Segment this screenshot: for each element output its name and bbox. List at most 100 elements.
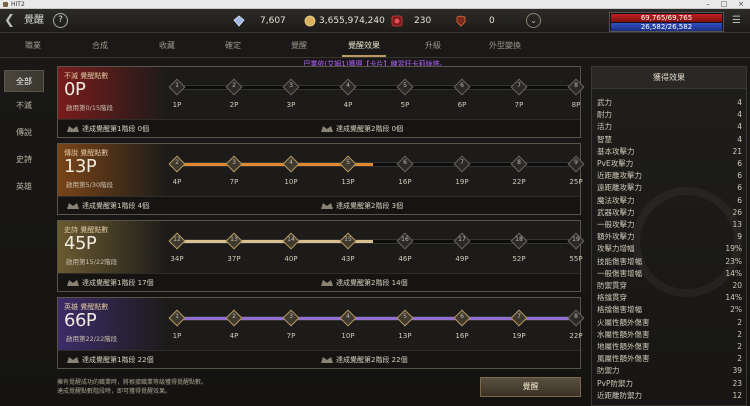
stage-node[interactable]: 7	[510, 309, 528, 327]
effect-value: 12	[732, 390, 742, 400]
card-points: 13P	[64, 156, 97, 177]
achievement-text: 達成覺醒第2階段 3個	[336, 202, 404, 210]
stage-node[interactable]: 7	[453, 155, 471, 173]
tab-awaken-effect[interactable]: 覺醒效果	[338, 34, 390, 58]
stage-node[interactable]: 17	[453, 232, 471, 250]
stage-points-label: 43P	[341, 255, 355, 263]
window-titlebar: HIT2 – □ ×	[0, 0, 750, 9]
effect-row: 技能傷害增幅 23%	[597, 256, 742, 267]
stage-points-label: 4P	[172, 178, 182, 186]
stage-node[interactable]: 2	[225, 309, 243, 327]
card-achievements: 達成覺醒第1階段 0個 達成覺醒第2階段 0個	[58, 119, 580, 137]
awaken-button[interactable]: 覺醒	[480, 377, 581, 397]
effect-value: 26	[732, 207, 742, 217]
card-stage: 啟用第5/30階段	[66, 181, 114, 189]
stage-number: 2	[232, 313, 236, 320]
back-arrow-icon[interactable]: ❮	[4, 14, 20, 28]
stage-node[interactable]: 6	[453, 78, 471, 96]
effect-name: PvP防禦力	[597, 378, 633, 388]
tab-compose[interactable]: 合成	[77, 34, 123, 58]
stage-node[interactable]: 5	[396, 78, 414, 96]
stage-points-label: 4P	[343, 101, 353, 109]
stage-node[interactable]: 8	[567, 309, 585, 327]
stage-node[interactable]: 2	[225, 78, 243, 96]
stage-node[interactable]: 3	[225, 155, 243, 173]
stage-node[interactable]: 8	[510, 155, 528, 173]
sidebar: 全部 不滅 傳說 史詩 英雄	[0, 66, 46, 406]
effect-value: 14%	[725, 268, 742, 278]
tab-collection[interactable]: 收藏	[144, 34, 190, 58]
sidebar-item-all[interactable]: 全部	[4, 70, 44, 92]
currency-diamond: 7,607	[233, 14, 293, 28]
stage-number: 13	[230, 236, 238, 243]
stage-node[interactable]: 4	[339, 78, 357, 96]
stage-node[interactable]: 6	[396, 155, 414, 173]
tab-appearance-change[interactable]: 外型變換	[477, 34, 533, 58]
page-title: 覺醒	[24, 15, 44, 26]
stage-number: 4	[346, 313, 350, 320]
stage-node[interactable]: 2	[168, 155, 186, 173]
stage-node[interactable]: 1	[168, 78, 186, 96]
currency-value: 7,607	[260, 16, 286, 26]
stage-node[interactable]: 5	[339, 155, 357, 173]
stage-node[interactable]: 9	[567, 155, 585, 173]
stage-number: 3	[289, 313, 293, 320]
effect-row: 遠距離攻擊力 6	[597, 182, 742, 193]
stage-node[interactable]: 14	[282, 232, 300, 250]
stage-node[interactable]: 3	[282, 309, 300, 327]
sidebar-item-hero[interactable]: 英雄	[4, 176, 44, 198]
stage-points-label: 4P	[229, 332, 239, 340]
expand-chevron-icon[interactable]: ⌄	[526, 13, 541, 28]
menu-icon[interactable]: ☰	[732, 15, 744, 27]
stage-node[interactable]: 19	[567, 232, 585, 250]
stage-node[interactable]: 12	[168, 232, 186, 250]
awaken-card: 史詩 覺醒點數 45P 啟用第15/22階段 12 34P 13 37P 14 40P 15 43P…	[57, 220, 585, 292]
effect-row: 耐力 4	[597, 109, 742, 120]
stage-node[interactable]: 5	[396, 309, 414, 327]
stage-points-label: 46P	[398, 255, 412, 263]
effect-value: 2%	[730, 305, 742, 315]
effect-value: 4	[737, 122, 742, 132]
crown-icon	[321, 126, 333, 132]
tab-confirm[interactable]: 確定	[210, 34, 256, 58]
maximize-button[interactable]: □	[716, 0, 732, 9]
help-button[interactable]: ?	[53, 13, 68, 28]
stage-node[interactable]: 18	[510, 232, 528, 250]
stage-node[interactable]: 3	[282, 78, 300, 96]
effect-value: 4	[737, 98, 742, 107]
stage-node[interactable]: 1	[168, 309, 186, 327]
stage-number: 7	[517, 313, 521, 320]
stage-track: 1 1P 2 4P 3 7P 4 10P 5 13P 6 16P 7 19P 8 22P	[168, 306, 585, 346]
tab-class[interactable]: 職業	[10, 34, 56, 58]
awaken-card: 英雄 覺醒點數 66P 啟用第22/22階段 1 1P 2 4P 3 7P 4 10P 5 13P 6 16…	[57, 297, 585, 369]
effect-name: 地屬性額外傷害	[597, 342, 650, 351]
close-button[interactable]: ×	[733, 0, 749, 9]
effect-row: 武器攻擊力 26	[597, 207, 742, 218]
stage-node[interactable]: 13	[225, 232, 243, 250]
stage-number: 19	[572, 236, 580, 243]
stage-node[interactable]: 8	[567, 78, 585, 96]
minimize-button[interactable]: –	[700, 0, 716, 9]
sidebar-item-immortal[interactable]: 不滅	[4, 95, 44, 117]
stage-number: 7	[460, 159, 464, 166]
effect-row: 武力 4	[597, 97, 742, 108]
stage-node[interactable]: 16	[396, 232, 414, 250]
effect-name: PvE攻擊力	[597, 159, 634, 168]
stage-number: 9	[574, 159, 578, 166]
stage-node[interactable]: 4	[282, 155, 300, 173]
effect-name: 魔法攻擊力	[597, 195, 635, 205]
tab-upgrade[interactable]: 升級	[410, 34, 456, 58]
stage-node[interactable]: 6	[453, 309, 471, 327]
achievement-text: 達成覺醒第1階段 17個	[82, 279, 154, 287]
sidebar-item-legendary[interactable]: 傳說	[4, 122, 44, 144]
stage-node[interactable]: 4	[339, 309, 357, 327]
tab-awaken[interactable]: 覺醒	[276, 34, 322, 58]
effect-value: 6	[737, 195, 742, 205]
tab-bar: 職業 合成 收藏 確定 覺醒 覺醒效果 升級 外型變換	[0, 34, 750, 58]
stage-node[interactable]: 7	[510, 78, 528, 96]
sidebar-item-epic[interactable]: 史詩	[4, 149, 44, 171]
stage-points-label: 3P	[286, 101, 296, 109]
stage-node[interactable]: 15	[339, 232, 357, 250]
stage-points-label: 19P	[455, 178, 469, 186]
effect-name: 近距離防禦力	[597, 390, 642, 400]
